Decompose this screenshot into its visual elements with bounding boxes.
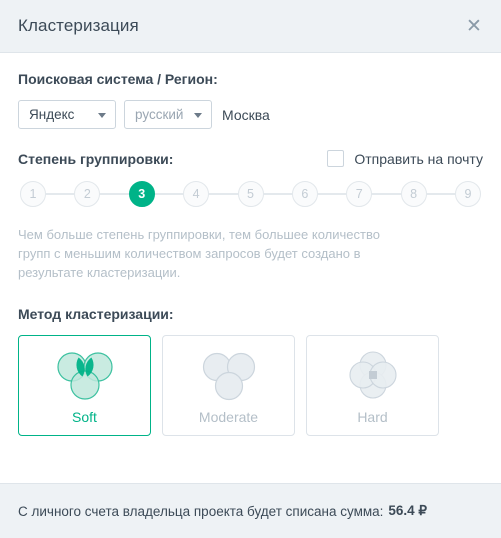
modal-body: Поисковая система / Регион: Яндекс русск… [0,53,501,483]
checkbox-box[interactable] [327,150,345,167]
close-icon[interactable]: ✕ [461,13,487,39]
method-label: Метод кластеризации: [18,306,174,322]
step-2[interactable]: 2 [74,181,101,207]
method-label-moderate: Moderate [198,408,259,425]
step-connector [263,193,292,195]
step-connector [100,193,129,195]
step-3[interactable]: 3 [128,181,155,207]
step-1[interactable]: 1 [20,181,46,207]
language-value: русский [135,107,184,122]
step-connector [154,193,184,195]
grouping-header-row: Степень группировки: Отправить на почту [18,150,483,167]
region-value[interactable]: Москва [222,107,270,123]
method-card-soft[interactable]: Soft [18,335,151,436]
grouping-hint-text: Чем больше степень группировки, тем боль… [18,227,380,280]
step-7[interactable]: 7 [346,181,373,207]
step-4[interactable]: 4 [183,181,210,207]
method-card-list: Soft Moderate Hard [18,335,483,436]
language-select[interactable]: русский [124,100,212,129]
step-9[interactable]: 9 [455,181,481,207]
grouping-degree-label: Степень группировки: [18,150,174,167]
step-6[interactable]: 6 [291,181,318,207]
step-connector [46,193,75,195]
billing-text: С личного счета владельца проекта будет … [18,503,384,519]
grouping-степень-stepper[interactable]: 1 2 3 4 5 6 7 8 9 [18,181,483,207]
venn-three-circles-overlap-icon [56,347,114,405]
chevron-down-icon [98,112,106,118]
search-engine-label: Поисковая система / Регион: [18,71,218,87]
chevron-down-icon [194,112,202,118]
method-label-hard: Hard [357,408,388,425]
step-5[interactable]: 5 [237,181,264,207]
billing-amount: 56.4 ₽ [388,503,428,518]
venn-four-circles-rosette-icon [344,347,402,405]
method-card-hard[interactable]: Hard [306,335,439,436]
modal-footer: С личного счета владельца проекта будет … [0,483,501,538]
clustering-modal: Кластеризация ✕ Поисковая система / Реги… [0,0,501,538]
method-label-soft: Soft [72,408,97,425]
search-engine-row: Яндекс русский Москва [18,100,483,129]
send-to-email-label: Отправить на почту [354,150,483,167]
page-title: Кластеризация [18,16,139,35]
venn-three-circles-tangent-icon [200,347,258,405]
step-connector [317,193,347,195]
step-connector [372,193,401,195]
step-connector [209,193,238,195]
search-engine-select[interactable]: Яндекс [18,100,116,129]
method-card-moderate[interactable]: Moderate [162,335,295,436]
send-to-email-checkbox[interactable]: Отправить на почту [327,150,483,167]
modal-header: Кластеризация ✕ [0,0,501,53]
step-connector [426,193,455,195]
search-engine-value: Яндекс [29,107,75,122]
step-8[interactable]: 8 [400,181,427,207]
